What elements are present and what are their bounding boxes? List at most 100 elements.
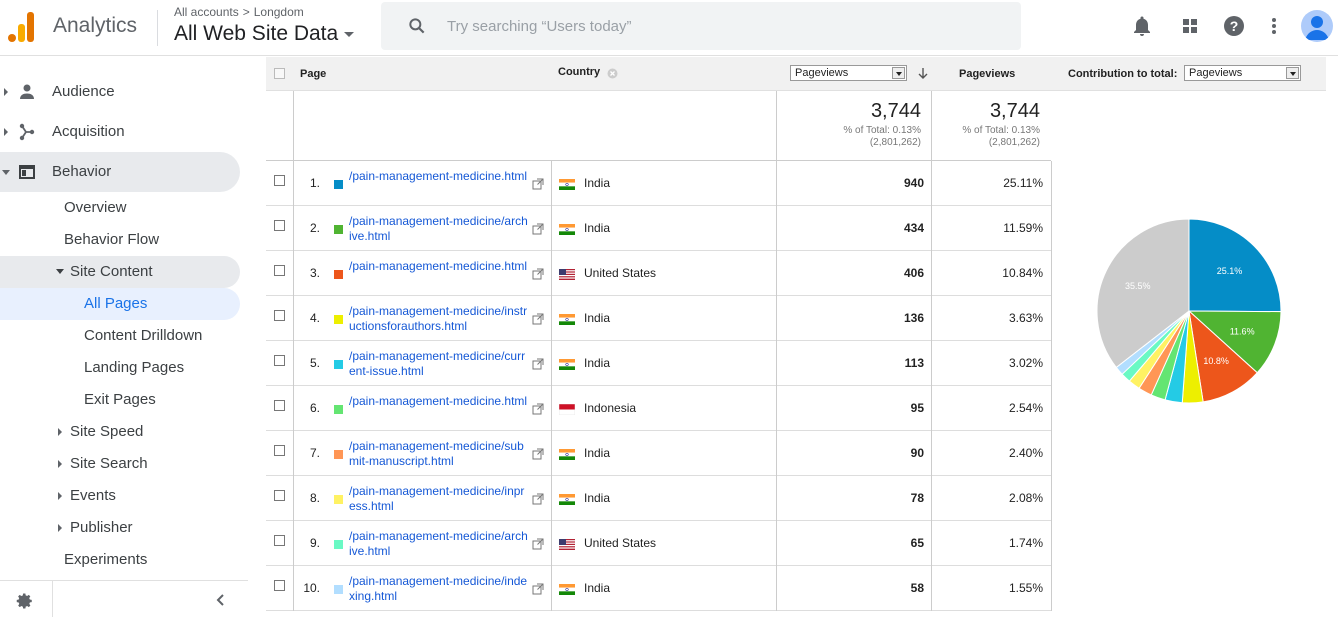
country-name[interactable]: India <box>584 446 610 460</box>
totals-row: 3,744 % of Total: 0.13% (2,801,262) 3,74… <box>266 91 1051 161</box>
table-row: 6. /pain-management-medicine.html Indonesi… <box>266 386 1051 431</box>
pageviews-value: 406 <box>903 266 924 280</box>
country-name[interactable]: India <box>584 491 610 505</box>
sidebar-item-behavior-flow[interactable]: Behavior Flow <box>0 224 240 256</box>
expand-arrow-icon <box>58 460 62 468</box>
pie-slice-label: 35.5% <box>1125 281 1151 291</box>
country-name[interactable]: India <box>584 356 610 370</box>
page-link[interactable]: /pain-management-medicine/current-issue.… <box>349 349 529 379</box>
sidebar-item-content-drilldown[interactable]: Content Drilldown <box>0 320 240 352</box>
search-bar[interactable] <box>381 2 1021 50</box>
page-link[interactable]: /pain-management-medicine/indexing.html <box>349 574 529 604</box>
row-checkbox[interactable] <box>274 175 285 186</box>
open-page-icon[interactable] <box>532 268 544 280</box>
page-link[interactable]: /pain-management-medicine/submit-manuscr… <box>349 439 529 469</box>
page-link[interactable]: /pain-management-medicine.html <box>349 259 529 274</box>
sidebar-item-all-pages[interactable]: All Pages <box>0 288 240 320</box>
open-page-icon[interactable] <box>532 538 544 550</box>
more-vert-icon[interactable] <box>1262 14 1286 38</box>
row-checkbox[interactable] <box>274 445 285 456</box>
notifications-bell-icon[interactable] <box>1130 14 1154 38</box>
us-flag-icon <box>559 269 575 280</box>
gear-icon[interactable] <box>16 592 34 610</box>
chevron-left-icon[interactable] <box>214 593 228 607</box>
sidebar-item-experiments[interactable]: Experiments <box>0 544 240 576</box>
account-avatar[interactable] <box>1301 10 1333 42</box>
open-page-icon[interactable] <box>532 583 544 595</box>
sidebar-item-publisher[interactable]: Publisher <box>0 512 240 544</box>
open-page-icon[interactable] <box>532 178 544 190</box>
india-flag-icon <box>559 449 575 460</box>
country-name[interactable]: India <box>584 176 610 190</box>
row-checkbox[interactable] <box>274 220 285 231</box>
sidebar-item-overview[interactable]: Overview <box>0 192 240 224</box>
country-name[interactable]: Indonesia <box>584 401 636 415</box>
row-checkbox[interactable] <box>274 265 285 276</box>
app-title[interactable]: Analytics <box>53 14 137 38</box>
country-name[interactable]: India <box>584 311 610 325</box>
remove-dimension-icon[interactable] <box>607 68 618 79</box>
row-checkbox[interactable] <box>274 400 285 411</box>
sort-down-icon[interactable] <box>917 67 929 80</box>
apps-grid-icon[interactable] <box>1178 14 1202 38</box>
breadcrumb[interactable]: All accounts > Longdom <box>174 5 304 19</box>
page-link[interactable]: /pain-management-medicine/inpress.html <box>349 484 529 514</box>
row-checkbox[interactable] <box>274 535 285 546</box>
sidebar-item-behavior[interactable]: Behavior <box>0 152 240 192</box>
view-selector[interactable]: All Web Site Data <box>174 22 355 46</box>
contribution-select[interactable]: Pageviews <box>1184 65 1301 81</box>
search-input[interactable] <box>447 14 987 38</box>
sidebar-item-acquisition[interactable]: Acquisition <box>0 112 240 152</box>
country-name[interactable]: United States <box>584 266 656 280</box>
sidebar-item-events[interactable]: Events <box>0 480 240 512</box>
country-name[interactable]: India <box>584 581 610 595</box>
breadcrumb-account[interactable]: All accounts <box>174 5 239 19</box>
page-link[interactable]: /pain-management-medicine.html <box>349 169 529 184</box>
row-checkbox[interactable] <box>274 310 285 321</box>
page-link[interactable]: /pain-management-medicine/archive.html <box>349 529 529 559</box>
row-index: 7. <box>309 446 320 460</box>
select-all-checkbox[interactable] <box>274 68 285 79</box>
row-index: 6. <box>309 401 320 415</box>
collapse-arrow-icon <box>56 269 64 274</box>
open-page-icon[interactable] <box>532 448 544 460</box>
pageviews-value: 136 <box>903 311 924 325</box>
table-row: 8. /pain-management-medicine/inpress.html… <box>266 476 1051 521</box>
series-color-swatch <box>334 270 343 279</box>
help-icon[interactable]: ? <box>1222 14 1246 38</box>
sidebar-item-site-content[interactable]: Site Content <box>0 256 240 288</box>
sidebar-item-site-search[interactable]: Site Search <box>0 448 240 480</box>
open-page-icon[interactable] <box>532 493 544 505</box>
breadcrumb-property[interactable]: Longdom <box>254 5 304 19</box>
sidebar-item-landing-pages[interactable]: Landing Pages <box>0 352 240 384</box>
row-checkbox[interactable] <box>274 355 285 366</box>
pageviews-value: 90 <box>910 446 924 460</box>
row-checkbox[interactable] <box>274 580 285 591</box>
metric-select[interactable]: Pageviews <box>790 65 907 81</box>
col-header-country[interactable]: Country <box>558 66 600 78</box>
sidebar-item-exit-pages[interactable]: Exit Pages <box>0 384 240 416</box>
sidebar-item-audience[interactable]: Audience <box>0 72 240 112</box>
row-checkbox[interactable] <box>274 490 285 501</box>
col-header-pageviews[interactable]: Pageviews <box>959 68 1015 80</box>
series-color-swatch <box>334 360 343 369</box>
country-name[interactable]: United States <box>584 536 656 550</box>
sidebar-item-site-speed[interactable]: Site Speed <box>0 416 240 448</box>
page-link[interactable]: /pain-management-medicine.html <box>349 394 529 409</box>
page-link[interactable]: /pain-management-medicine/instructionsfo… <box>349 304 529 334</box>
page-link[interactable]: /pain-management-medicine/archive.html <box>349 214 529 244</box>
open-page-icon[interactable] <box>532 358 544 370</box>
open-page-icon[interactable] <box>532 403 544 415</box>
percent-value: 3.02% <box>1008 356 1043 370</box>
open-page-icon[interactable] <box>532 223 544 235</box>
open-page-icon[interactable] <box>532 313 544 325</box>
contribution-pie-chart: 25.1% 11.6% 10.8% 35.5% <box>1051 161 1326 611</box>
country-name[interactable]: India <box>584 221 610 235</box>
percent-value: 1.55% <box>1008 581 1043 595</box>
percent-value: 3.63% <box>1008 311 1043 325</box>
acquisition-icon <box>19 123 35 141</box>
analytics-logo-icon[interactable] <box>8 10 36 42</box>
avatar-person-icon <box>1305 16 1329 40</box>
col-header-page[interactable]: Page <box>300 68 326 80</box>
series-color-swatch <box>334 585 343 594</box>
